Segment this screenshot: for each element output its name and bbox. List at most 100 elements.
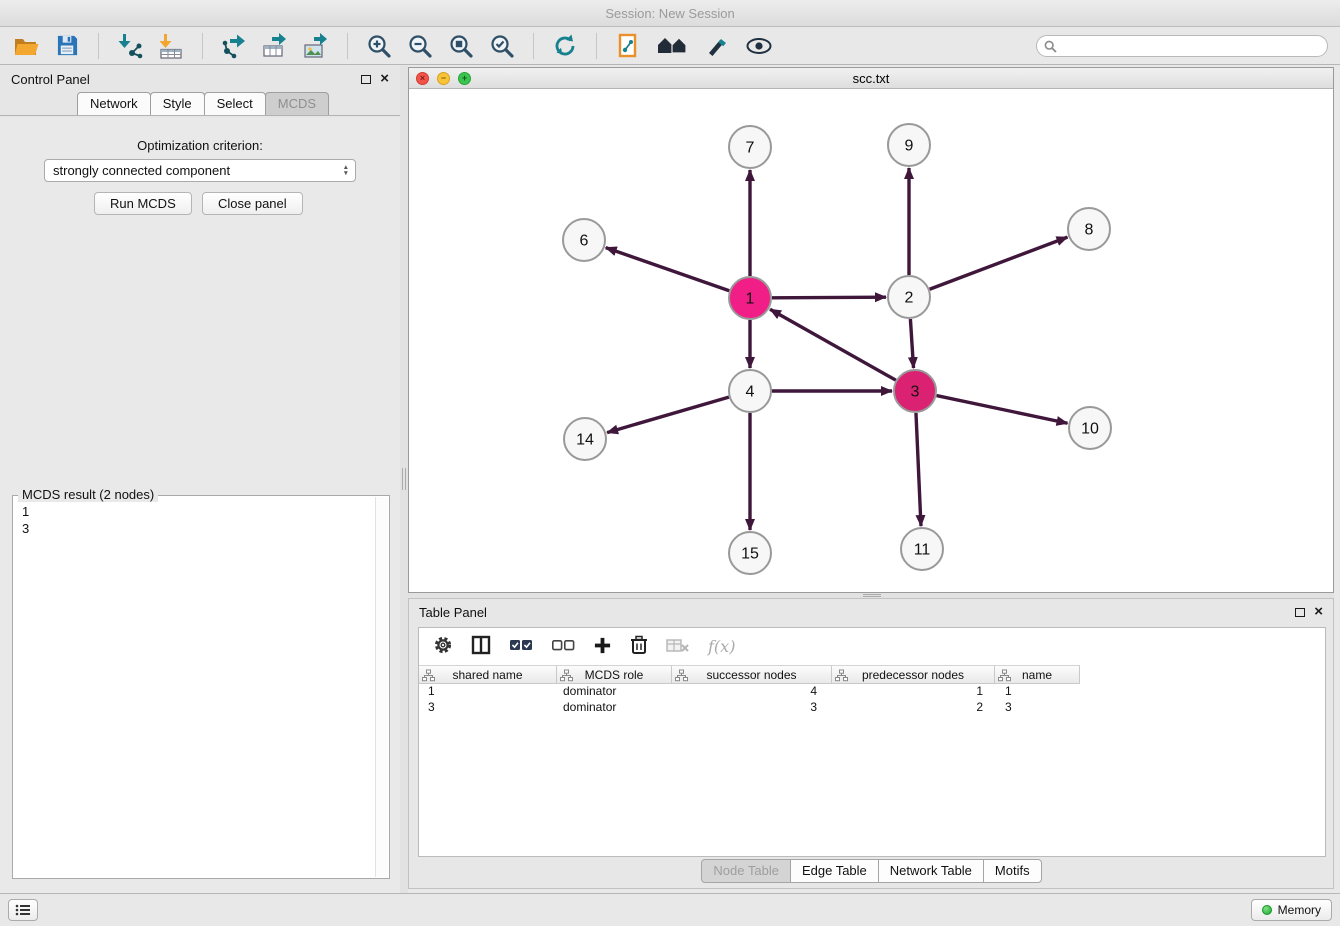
graph-edge-1-2[interactable] [772,297,886,298]
tab-motifs[interactable]: Motifs [983,859,1042,883]
graph-edge-2-8[interactable] [930,237,1068,289]
graph-node-11[interactable]: 11 [901,528,943,570]
plus-icon [593,636,612,655]
first-neighbors-button[interactable] [655,32,691,60]
graph-node-14[interactable]: 14 [564,418,606,460]
deselect-all-columns-button[interactable] [551,637,575,656]
close-panel-icon[interactable]: × [1314,606,1323,618]
graph-node-label: 2 [905,290,914,307]
export-table-button[interactable] [261,32,289,60]
tab-select[interactable]: Select [204,92,266,115]
column-header-shared-name[interactable]: shared name [419,666,557,683]
graph-node-8[interactable]: 8 [1068,208,1110,250]
mcds-result-label: MCDS result (2 nodes) [18,487,158,502]
zoom-fit-button[interactable] [447,32,475,60]
network-window: × − + scc.txt 7 9 6 8 1 2 4 3 14 10 15 11 [408,67,1334,593]
column-header-mcds-role[interactable]: MCDS role [557,666,672,683]
cell-successor-nodes[interactable]: 3 [672,700,832,716]
float-panel-icon[interactable] [361,75,371,84]
close-panel-icon[interactable]: × [380,73,389,85]
cell-successor-nodes[interactable]: 4 [672,684,832,700]
window-minimize-icon[interactable]: − [437,72,450,85]
import-table-button[interactable] [157,32,185,60]
graph-node-1[interactable]: 1 [729,277,771,319]
table-settings-button[interactable] [433,635,453,658]
float-panel-icon[interactable] [1295,608,1305,617]
window-close-icon[interactable]: × [416,72,429,85]
column-header-successor-nodes[interactable]: successor nodes [672,666,832,683]
graph-edge-3-10[interactable] [937,396,1068,424]
import-network-icon [117,33,143,59]
network-window-title: scc.txt [853,71,890,86]
cell-name[interactable]: 3 [995,700,1080,716]
eye-icon [745,36,773,56]
apply-style-button[interactable] [704,32,732,60]
cell-MCDS-role[interactable]: dominator [557,684,672,700]
mcds-result-values[interactable]: 13 [13,496,389,544]
function-builder-button[interactable]: f(x) [708,637,735,656]
tab-edge-table[interactable]: Edge Table [790,859,879,883]
cell-name[interactable]: 1 [995,684,1080,700]
cell-shared-name[interactable]: 1 [419,684,557,700]
zoom-selected-button[interactable] [488,32,516,60]
unchecked-boxes-icon [551,637,575,653]
tab-network[interactable]: Network [77,92,151,115]
show-graphics-button[interactable] [745,32,773,60]
vertical-splitter[interactable] [400,66,408,893]
delete-column-button[interactable] [630,635,648,658]
zoom-in-button[interactable] [365,32,393,60]
graph-node-7[interactable]: 7 [729,126,771,168]
show-columns-button[interactable] [471,635,491,658]
graph-node-2[interactable]: 2 [888,276,930,318]
cell-shared-name[interactable]: 3 [419,700,557,716]
network-canvas[interactable]: 7 9 6 8 1 2 4 3 14 10 15 11 [409,89,1333,592]
network-view[interactable]: 7 9 6 8 1 2 4 3 14 10 15 11 [409,89,1333,592]
cell-predecessor-nodes[interactable]: 1 [832,684,995,700]
column-header-predecessor-nodes[interactable]: predecessor nodes [832,666,995,683]
open-session-button[interactable] [12,32,40,60]
column-header-name[interactable]: name [995,666,1080,683]
refresh-layout-button[interactable] [551,32,579,60]
graph-edge-3-1[interactable] [770,309,896,380]
zoom-out-button[interactable] [406,32,434,60]
graph-node-15[interactable]: 15 [729,532,771,574]
table-tabbar: Node Table Edge Table Network Table Moti… [409,859,1333,883]
graph-node-label: 8 [1085,222,1094,239]
create-column-button[interactable] [593,636,612,658]
result-scrollbar[interactable] [375,497,388,877]
import-network-button[interactable] [116,32,144,60]
memory-button[interactable]: Memory [1251,899,1332,921]
export-network-button[interactable] [220,32,248,60]
cell-predecessor-nodes[interactable]: 2 [832,700,995,716]
window-zoom-icon[interactable]: + [458,72,471,85]
graph-node-3[interactable]: 3 [894,370,936,412]
close-panel-button[interactable]: Close panel [202,192,303,215]
table-row[interactable]: 1dominator411 [419,684,1080,700]
criterion-select[interactable]: strongly connected component ▲▼ [44,159,356,182]
save-session-button[interactable] [53,32,81,60]
network-window-titlebar[interactable]: × − + scc.txt [409,68,1333,89]
select-all-columns-button[interactable] [509,637,533,656]
table-row[interactable]: 3dominator323 [419,700,1080,716]
graph-edge-4-14[interactable] [607,397,729,432]
show-panels-button[interactable] [8,899,38,921]
tab-node-table[interactable]: Node Table [701,859,791,883]
table-column-header: shared name MCDS role successor nodes pr… [419,665,1080,684]
graph-edge-1-6[interactable] [606,248,730,291]
delete-table-button[interactable] [666,636,690,657]
run-mcds-button[interactable]: Run MCDS [94,192,192,215]
graph-edge-3-11[interactable] [916,413,921,526]
graph-node-9[interactable]: 9 [888,124,930,166]
export-image-button[interactable] [302,32,330,60]
graph-node-10[interactable]: 10 [1069,407,1111,449]
table-toolbar: f(x) [419,628,1325,665]
cell-MCDS-role[interactable]: dominator [557,700,672,716]
clipboard-import-button[interactable] [614,32,642,60]
graph-node-4[interactable]: 4 [729,370,771,412]
tab-mcds[interactable]: MCDS [265,92,329,115]
tab-style[interactable]: Style [150,92,205,115]
graph-node-6[interactable]: 6 [563,219,605,261]
graph-edge-2-3[interactable] [910,319,913,368]
tab-network-table[interactable]: Network Table [878,859,984,883]
search-input[interactable] [1037,39,1327,53]
